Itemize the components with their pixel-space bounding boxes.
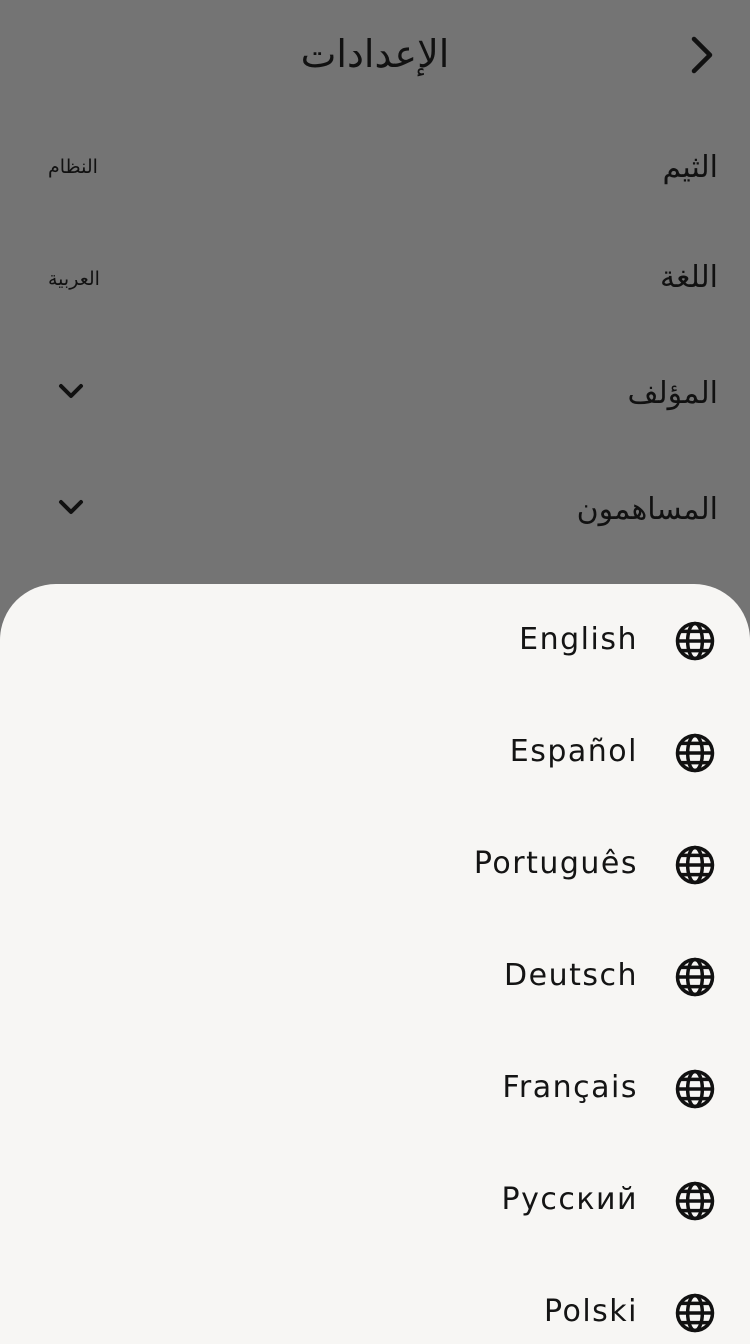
language-option-label: Español	[509, 734, 638, 769]
back-button[interactable]	[678, 32, 724, 78]
language-option-label: Português	[473, 846, 638, 881]
language-option-english[interactable]: English	[0, 584, 750, 696]
language-option-label: Polski	[543, 1294, 638, 1329]
setting-row-theme[interactable]: الثيم النظام	[0, 146, 750, 246]
language-option-polski[interactable]: Polski	[0, 1256, 750, 1344]
globe-icon	[675, 1181, 715, 1221]
language-option-label: Русский	[501, 1182, 638, 1217]
setting-value-theme: النظام	[48, 156, 98, 178]
chevron-down-icon[interactable]	[54, 374, 88, 408]
language-option-русский[interactable]: Русский	[0, 1144, 750, 1256]
globe-icon	[675, 957, 715, 997]
setting-row-language[interactable]: اللغة العربية	[0, 256, 750, 356]
language-option-label: English	[519, 622, 638, 657]
setting-value-language: العربية	[48, 268, 100, 290]
language-option-português[interactable]: Português	[0, 808, 750, 920]
setting-label-author: المؤلف	[627, 376, 718, 411]
language-option-label: Français	[502, 1070, 638, 1105]
language-bottom-sheet: English Español Português Deutsch França…	[0, 584, 750, 1344]
globe-icon	[675, 621, 715, 661]
setting-row-author[interactable]: المؤلف	[0, 372, 750, 472]
globe-icon	[675, 845, 715, 885]
language-option-español[interactable]: Español	[0, 696, 750, 808]
language-option-deutsch[interactable]: Deutsch	[0, 920, 750, 1032]
chevron-right-icon	[691, 36, 713, 74]
setting-label-contributors: المساهمون	[576, 492, 718, 527]
globe-icon	[675, 1069, 715, 1109]
page-title: الإعدادات	[300, 32, 450, 76]
globe-icon	[675, 733, 715, 773]
app-header: الإعدادات	[0, 0, 750, 110]
language-option-label: Deutsch	[504, 958, 638, 993]
setting-row-contributors[interactable]: المساهمون	[0, 488, 750, 588]
language-option-français[interactable]: Français	[0, 1032, 750, 1144]
setting-label-theme: الثيم	[662, 150, 718, 185]
setting-label-language: اللغة	[660, 260, 718, 295]
globe-icon	[675, 1293, 715, 1333]
chevron-down-icon[interactable]	[54, 490, 88, 524]
